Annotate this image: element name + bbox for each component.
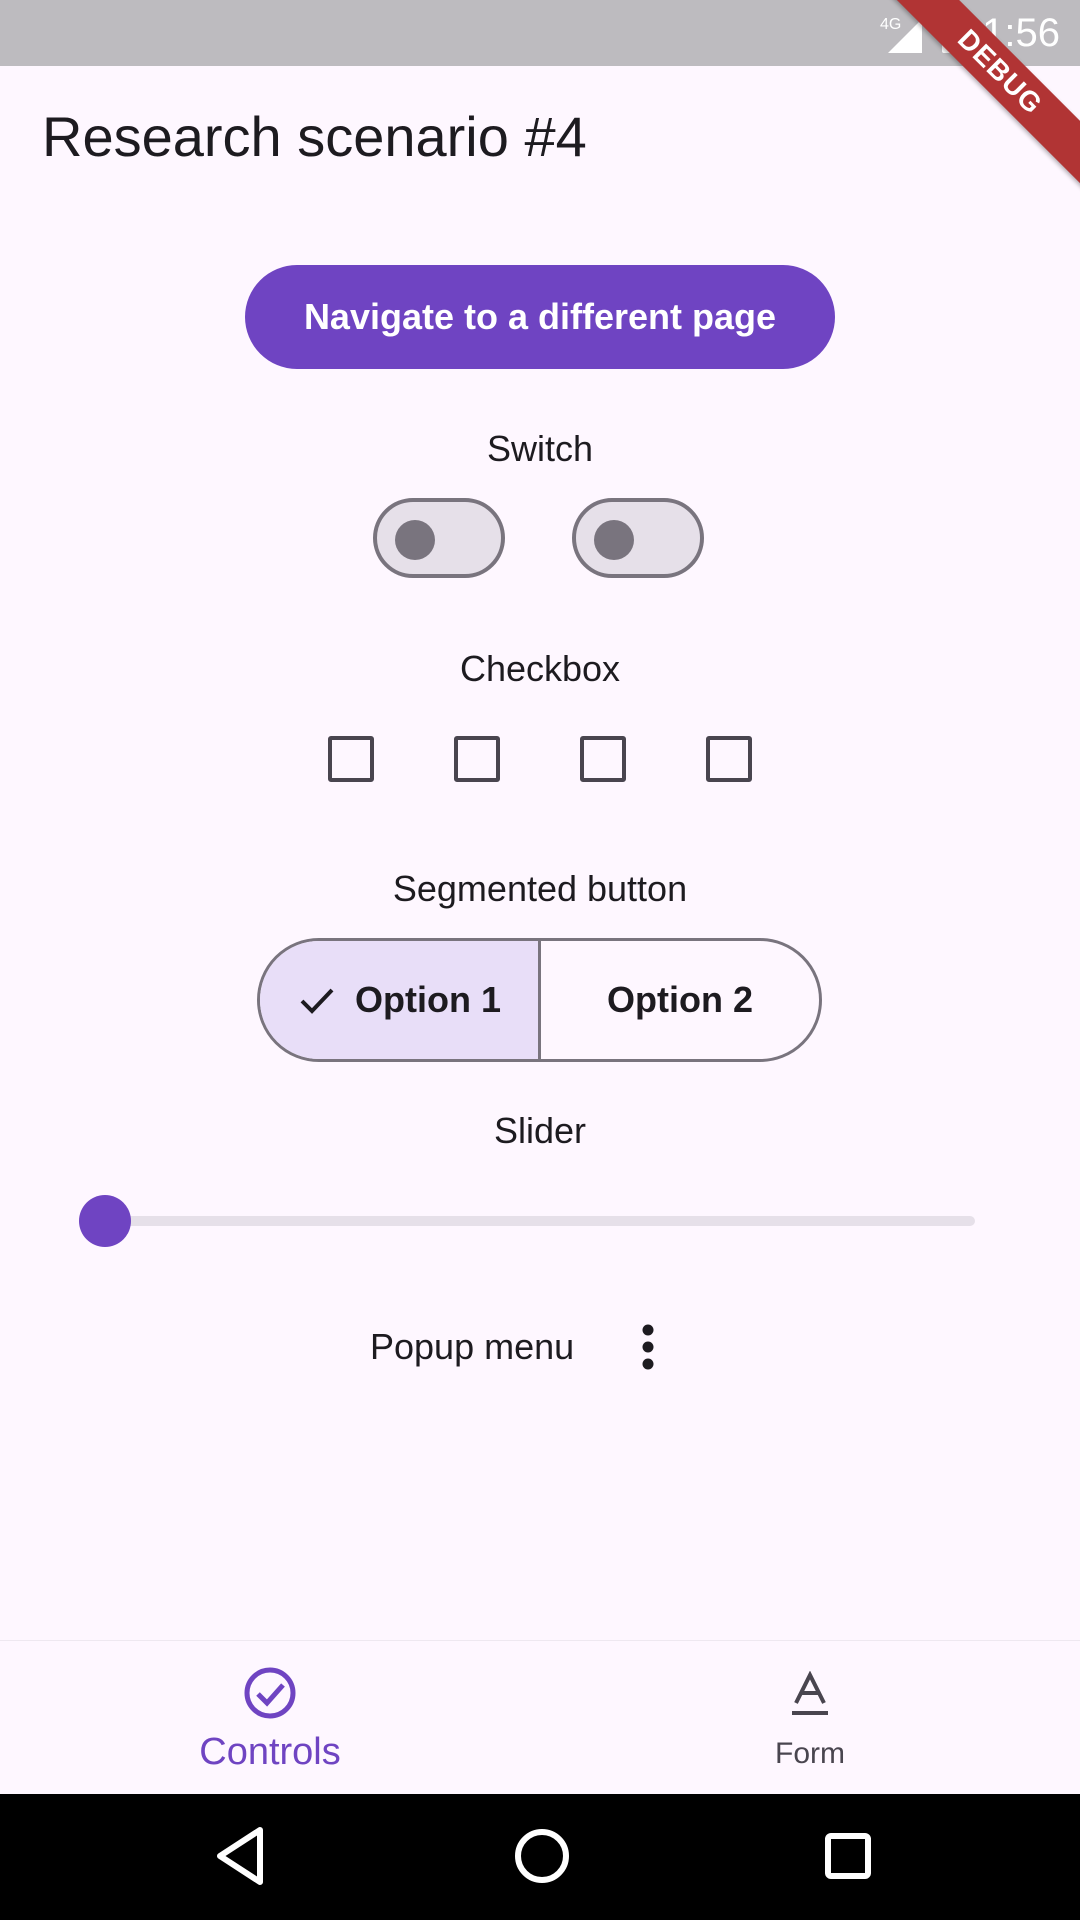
switch-thumb	[594, 520, 634, 560]
nav-item-controls[interactable]: Controls	[0, 1641, 540, 1795]
segment-label: Option 1	[355, 979, 501, 1020]
popup-menu-label: Popup menu	[370, 1326, 575, 1367]
switch-thumb	[395, 520, 435, 560]
segmented-section-label: Segmented button	[392, 868, 688, 909]
checkbox-section-label: Checkbox	[459, 648, 621, 689]
segment-option-2[interactable]: Option 2	[541, 941, 819, 1059]
check-icon	[300, 988, 334, 1014]
switch-2[interactable]	[572, 498, 704, 578]
checkbox-1[interactable]	[328, 736, 374, 782]
segment-label: Option 2	[607, 979, 753, 1020]
switch-1[interactable]	[373, 498, 505, 578]
nav-item-form[interactable]: Form	[540, 1641, 1080, 1795]
segment-option-1[interactable]: Option 1	[260, 941, 541, 1059]
switch-section-label: Switch	[486, 428, 594, 469]
nav-label-controls: Controls	[199, 1731, 341, 1773]
bottom-navigation: Controls Form	[0, 1640, 1080, 1795]
checkbox-2[interactable]	[454, 736, 500, 782]
checkbox-4[interactable]	[706, 736, 752, 782]
popup-menu-row: Popup menu	[0, 1320, 1080, 1380]
checkbox-3[interactable]	[580, 736, 626, 782]
check-circle-icon	[244, 1667, 296, 1719]
text-format-icon	[792, 1671, 828, 1715]
page-title: Research scenario #4	[42, 105, 587, 168]
slider-thumb[interactable]	[79, 1195, 131, 1247]
network-type-label: 4G	[880, 16, 901, 33]
slider-track[interactable]	[105, 1216, 975, 1226]
more-vert-icon[interactable]	[630, 1320, 666, 1380]
recents-icon[interactable]	[818, 1824, 878, 1888]
nav-label-form: Form	[775, 1737, 845, 1770]
system-navigation-bar	[0, 1794, 1080, 1920]
segmented-button: Option 1 Option 2	[257, 938, 822, 1062]
back-icon[interactable]	[210, 1824, 270, 1888]
navigate-button[interactable]: Navigate to a different page	[245, 265, 835, 369]
slider-section-label: Slider	[493, 1110, 587, 1151]
home-icon[interactable]	[510, 1824, 574, 1888]
